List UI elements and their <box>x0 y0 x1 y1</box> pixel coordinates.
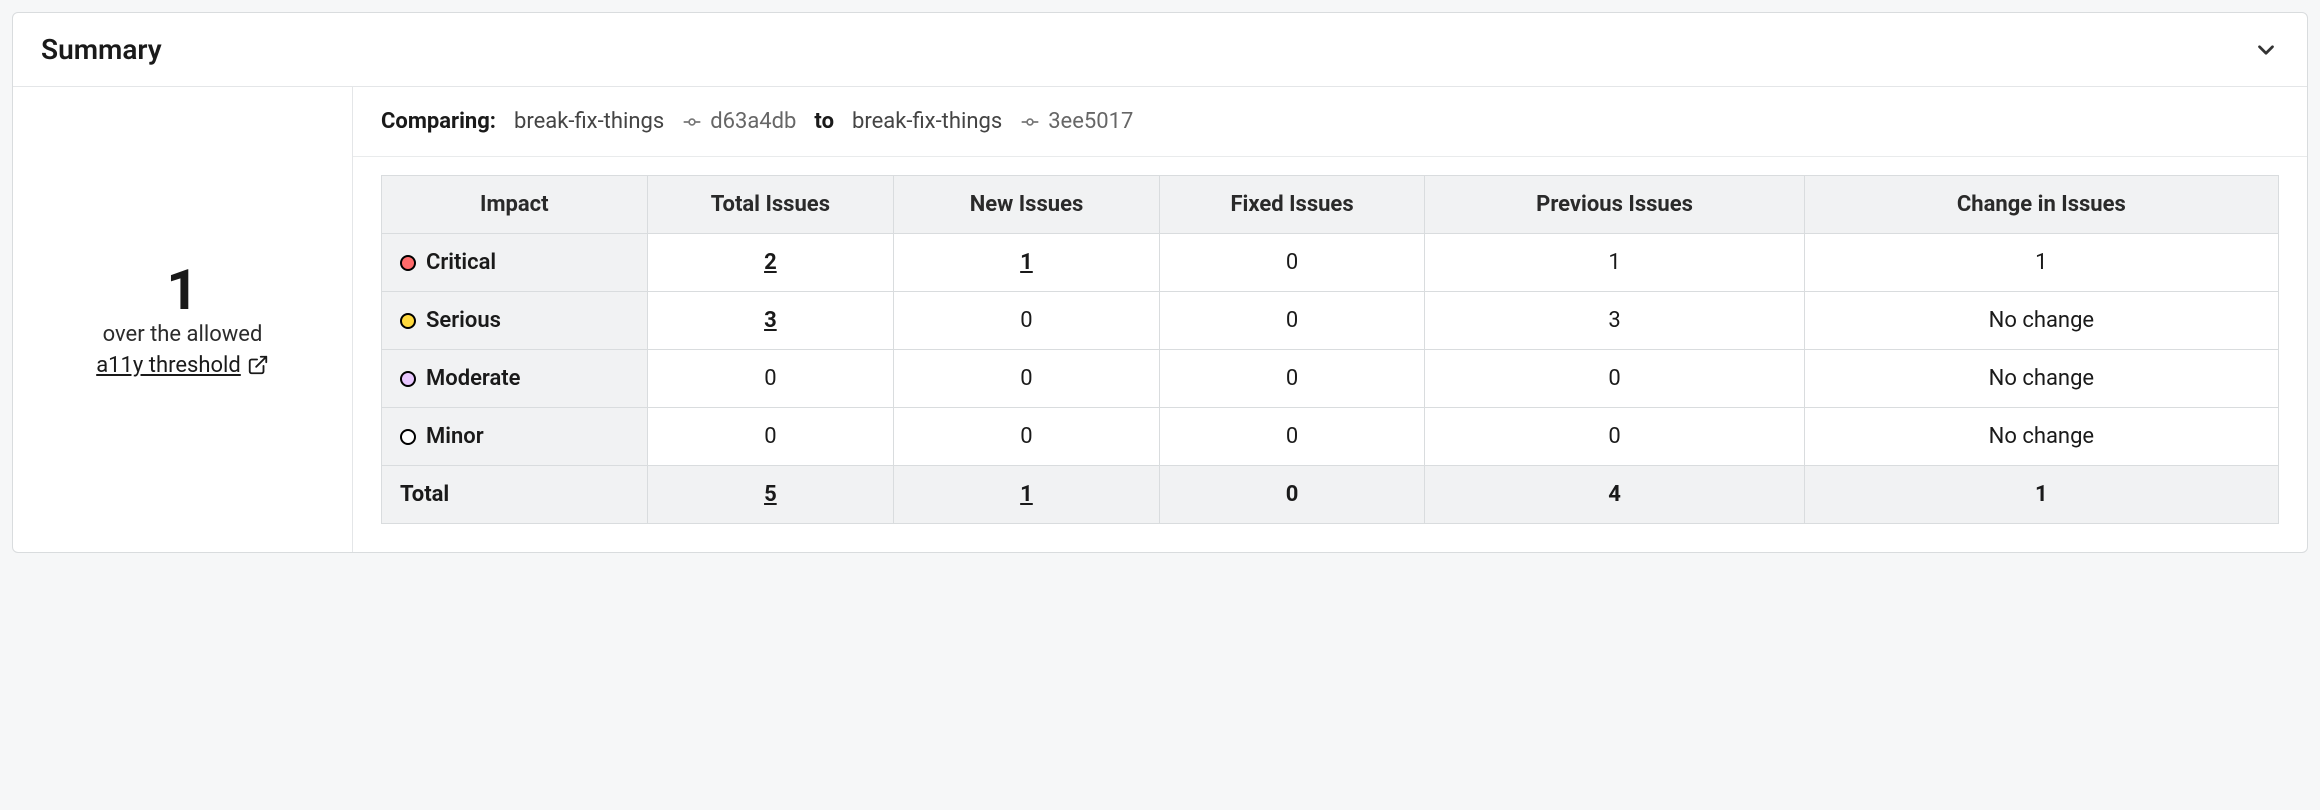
a11y-threshold-link[interactable]: a11y threshold <box>96 353 269 378</box>
previous-cell: 3 <box>1425 292 1804 350</box>
fixed-cell: 0 <box>1159 234 1425 292</box>
from-commit-hash: d63a4db <box>710 109 796 134</box>
impact-cell: Minor <box>382 408 648 466</box>
a11y-threshold-link-text: a11y threshold <box>96 353 241 378</box>
severity-dot-icon <box>400 429 416 445</box>
change-cell: No change <box>1804 292 2278 350</box>
total-cell: 0 <box>647 350 894 408</box>
col-new: New Issues <box>894 176 1160 234</box>
total-previous-cell: 4 <box>1425 466 1804 524</box>
table-total-row: Total51041 <box>382 466 2279 524</box>
impact-label: Critical <box>426 250 496 275</box>
total-sum-link[interactable]: 5 <box>764 482 777 507</box>
new-cell: 0 <box>894 350 1160 408</box>
threshold-side: 1 over the allowed a11y threshold <box>13 87 353 552</box>
col-change: Change in Issues <box>1804 176 2278 234</box>
col-previous: Previous Issues <box>1425 176 1804 234</box>
table-row: Serious3003No change <box>382 292 2279 350</box>
to-commit: 3ee5017 <box>1020 109 1133 134</box>
fixed-cell: 0 <box>1159 292 1425 350</box>
previous-cell: 1 <box>1425 234 1804 292</box>
main-content: Comparing: break-fix-things d63a4db to b… <box>353 87 2307 552</box>
fixed-cell: 0 <box>1159 350 1425 408</box>
total-new-link[interactable]: 1 <box>1020 482 1033 507</box>
total-link[interactable]: 2 <box>764 250 777 275</box>
impact-cell: Critical <box>382 234 648 292</box>
table-header-row: Impact Total Issues New Issues Fixed Iss… <box>382 176 2279 234</box>
change-cell: No change <box>1804 350 2278 408</box>
severity-dot-icon <box>400 313 416 329</box>
compare-label: Comparing: <box>381 109 496 134</box>
total-fixed-cell: 0 <box>1159 466 1425 524</box>
external-link-icon <box>247 354 269 376</box>
impact-label: Serious <box>426 308 501 333</box>
from-branch: break-fix-things <box>514 109 664 134</box>
new-cell: 1 <box>894 234 1160 292</box>
panel-title: Summary <box>41 33 162 66</box>
severity-dot-icon <box>400 255 416 271</box>
issues-table: Impact Total Issues New Issues Fixed Iss… <box>381 175 2279 524</box>
change-cell: 1 <box>1804 234 2278 292</box>
change-cell: No change <box>1804 408 2278 466</box>
fixed-cell: 0 <box>1159 408 1425 466</box>
col-fixed: Fixed Issues <box>1159 176 1425 234</box>
issues-table-wrap: Impact Total Issues New Issues Fixed Iss… <box>353 157 2307 552</box>
chevron-down-icon <box>2253 37 2279 63</box>
impact-label: Moderate <box>426 366 521 391</box>
severity-dot-icon <box>400 371 416 387</box>
compare-row: Comparing: break-fix-things d63a4db to b… <box>353 87 2307 157</box>
total-new-cell: 1 <box>894 466 1160 524</box>
to-word: to <box>814 109 834 134</box>
panel-body: 1 over the allowed a11y threshold Compar… <box>13 87 2307 552</box>
from-commit: d63a4db <box>682 109 796 134</box>
to-commit-hash: 3ee5017 <box>1048 109 1133 134</box>
table-row: Moderate0000No change <box>382 350 2279 408</box>
commit-icon <box>682 112 702 132</box>
table-row: Minor0000No change <box>382 408 2279 466</box>
total-cell: 2 <box>647 234 894 292</box>
total-sum-cell: 5 <box>647 466 894 524</box>
col-impact: Impact <box>382 176 648 234</box>
over-threshold-subtext: over the allowed <box>103 322 263 347</box>
summary-header[interactable]: Summary <box>13 13 2307 87</box>
to-branch: break-fix-things <box>852 109 1002 134</box>
commit-icon <box>1020 112 1040 132</box>
total-link[interactable]: 3 <box>764 308 777 333</box>
new-cell: 0 <box>894 292 1160 350</box>
total-cell: 3 <box>647 292 894 350</box>
impact-label: Minor <box>426 424 484 449</box>
previous-cell: 0 <box>1425 350 1804 408</box>
previous-cell: 0 <box>1425 408 1804 466</box>
table-row: Critical21011 <box>382 234 2279 292</box>
col-total: Total Issues <box>647 176 894 234</box>
total-label: Total <box>382 466 648 524</box>
over-threshold-count: 1 <box>166 262 198 318</box>
new-link[interactable]: 1 <box>1020 250 1033 275</box>
impact-cell: Moderate <box>382 350 648 408</box>
summary-panel: Summary 1 over the allowed a11y threshol… <box>12 12 2308 553</box>
new-cell: 0 <box>894 408 1160 466</box>
impact-cell: Serious <box>382 292 648 350</box>
total-cell: 0 <box>647 408 894 466</box>
total-change-cell: 1 <box>1804 466 2278 524</box>
